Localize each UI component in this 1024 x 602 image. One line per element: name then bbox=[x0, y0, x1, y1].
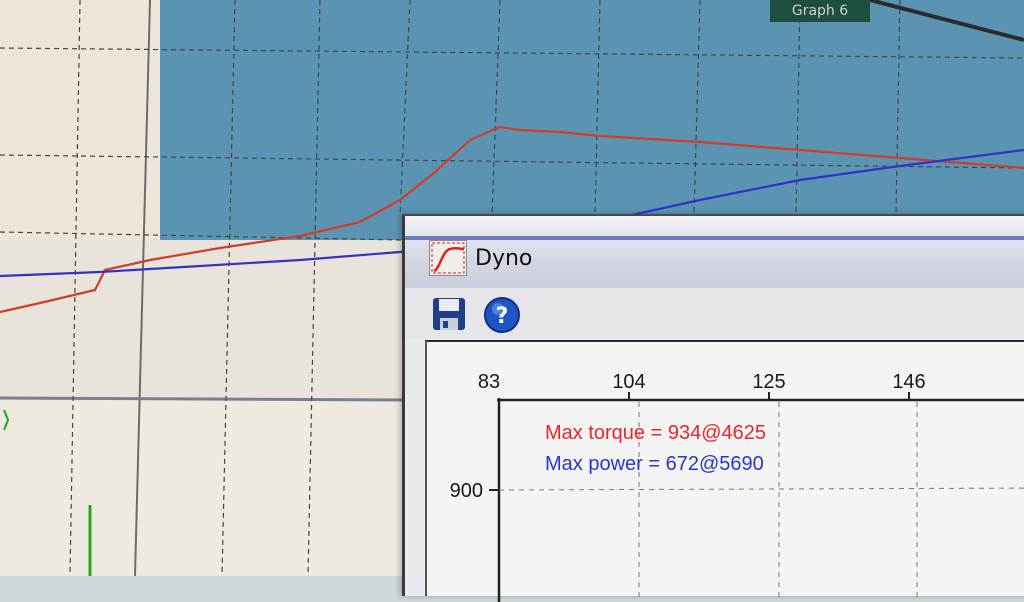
toolbar: ? bbox=[405, 288, 1024, 338]
y-axis: 900 bbox=[450, 398, 501, 602]
save-button[interactable] bbox=[431, 296, 467, 332]
x-axis: 83104125146167 bbox=[478, 371, 1024, 402]
max-torque-label: Max torque = 934@4625 bbox=[545, 422, 766, 444]
help-button[interactable]: ? bbox=[483, 296, 520, 333]
dyno-plot-panel: 83104125146167 900 Max torque = 934@4625… bbox=[425, 340, 1024, 602]
dyno-curve-icon bbox=[429, 240, 467, 276]
x-tick-label: 104 bbox=[612, 371, 645, 393]
x-tick-label: 125 bbox=[752, 371, 785, 393]
x-tick-label: 146 bbox=[892, 371, 925, 393]
question-mark-icon: ? bbox=[484, 297, 520, 333]
svg-text:?: ? bbox=[496, 304, 509, 329]
y-tick-label: 900 bbox=[450, 480, 483, 502]
window-title: Dyno bbox=[475, 246, 533, 271]
floppy-disk-icon bbox=[433, 298, 465, 330]
title-bar[interactable]: Dyno bbox=[405, 216, 1024, 288]
plot-area bbox=[160, 0, 1024, 240]
x-tick-label: 83 bbox=[478, 371, 500, 393]
dyno-plot: 83104125146167 900 Max torque = 934@4625… bbox=[450, 371, 1024, 602]
max-power-label: Max power = 672@5690 bbox=[545, 453, 764, 475]
graph-tab-label[interactable]: Graph 6 bbox=[770, 0, 870, 22]
dyno-window: Dyno ? 83104125146167 bbox=[402, 214, 1024, 602]
